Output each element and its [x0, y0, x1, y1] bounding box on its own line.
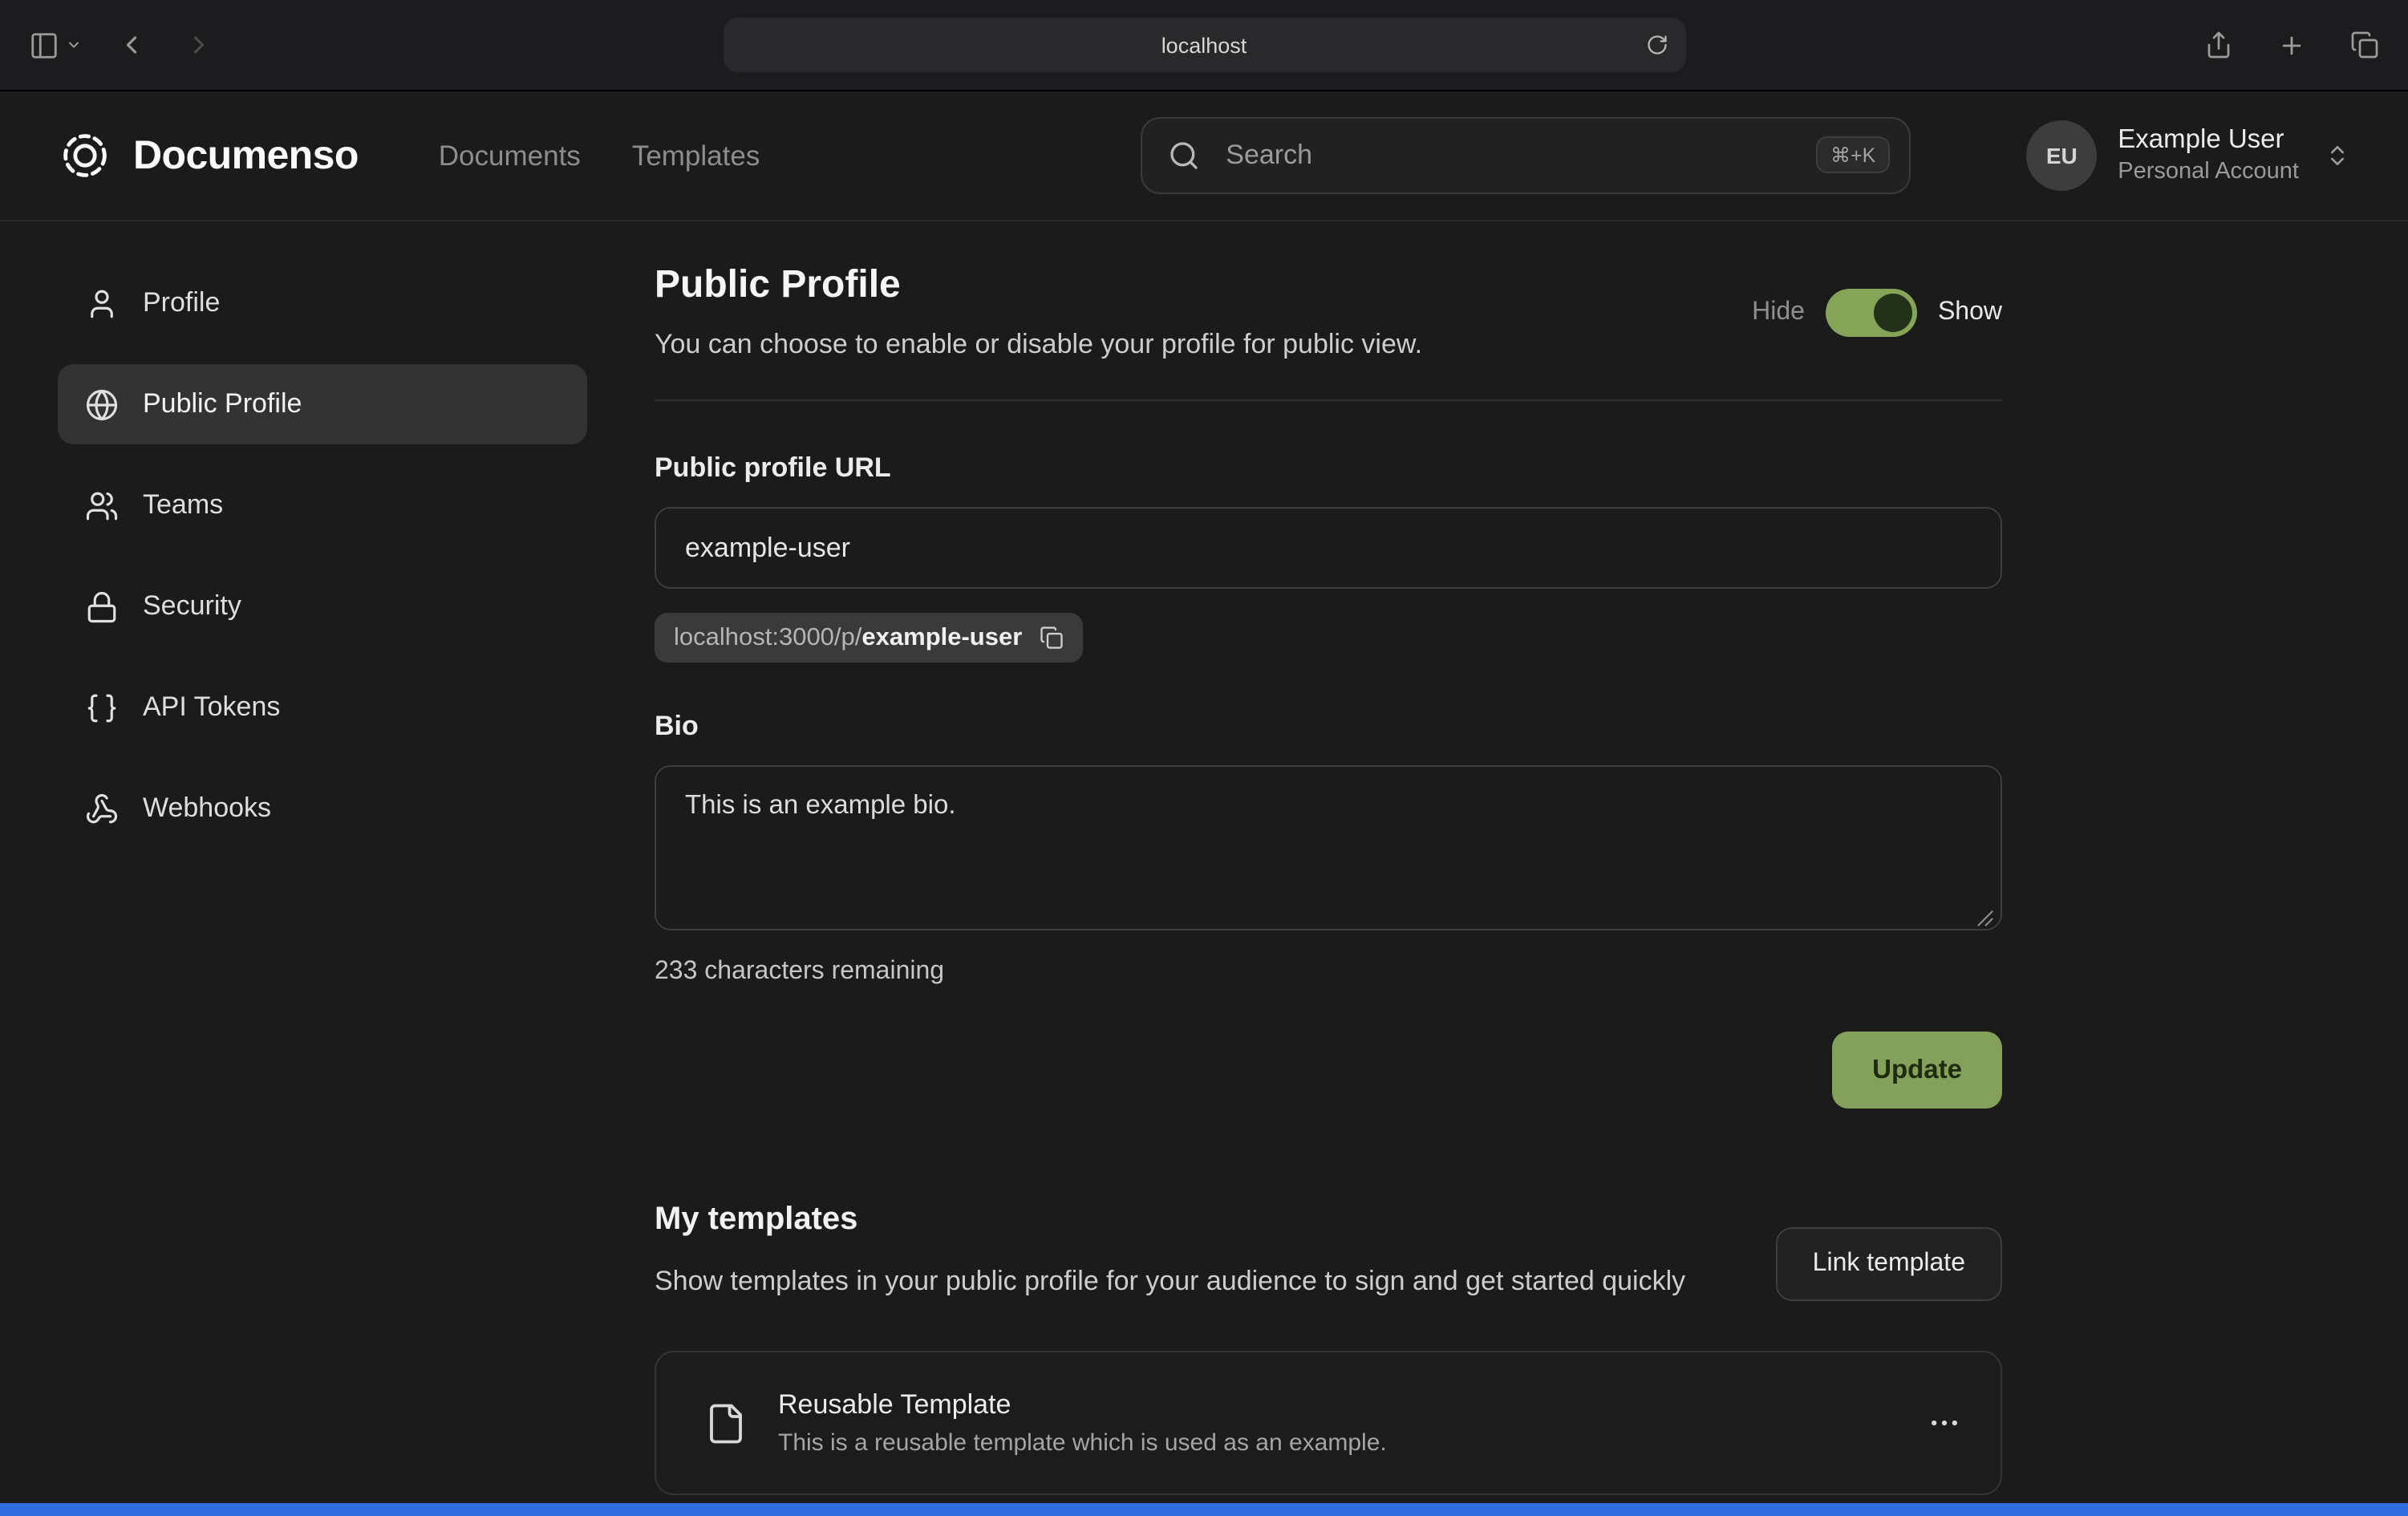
settings-sidebar: Profile Public Profile Teams: [58, 263, 587, 1496]
sidebar-item-label: API Tokens: [143, 691, 280, 724]
profile-visibility-switch[interactable]: [1826, 288, 1917, 336]
public-profile-url-input[interactable]: [655, 507, 2002, 589]
update-button[interactable]: Update: [1832, 1032, 2002, 1109]
section-divider: [655, 399, 2002, 401]
sidebar-item-label: Webhooks: [143, 792, 271, 825]
search-input[interactable]: [1141, 117, 1911, 194]
switch-knob: [1874, 293, 1912, 331]
bio-textarea[interactable]: This is an example bio.: [655, 765, 2002, 930]
profile-url-prefix: localhost:3000/p/: [674, 623, 861, 652]
globe-icon: [85, 387, 119, 421]
webhook-icon: [85, 792, 119, 825]
user-menu[interactable]: EU Example User Personal Account: [2026, 120, 2350, 191]
user-icon: [85, 286, 119, 320]
page-title: Public Profile: [655, 263, 1422, 308]
browser-sidebar-toggle-icon[interactable]: [29, 30, 59, 60]
sidebar-item-profile[interactable]: Profile: [58, 263, 587, 343]
show-label: Show: [1938, 298, 2002, 326]
hide-label: Hide: [1752, 298, 1805, 326]
ellipsis-icon[interactable]: [1927, 1406, 1962, 1441]
lock-icon: [85, 590, 119, 623]
link-template-button[interactable]: Link template: [1776, 1227, 2002, 1301]
profile-visibility-control: Hide Show: [1752, 288, 2002, 336]
global-search: ⌘+K: [1141, 117, 1911, 194]
nav-templates[interactable]: Templates: [632, 139, 760, 172]
brand-name: Documenso: [133, 132, 359, 179]
characters-remaining: 233 characters remaining: [655, 958, 2002, 987]
sidebar-item-label: Profile: [143, 287, 220, 319]
browser-sidebar-chevron-down-icon[interactable]: [66, 37, 82, 53]
nav-documents[interactable]: Documents: [439, 139, 581, 172]
browser-address-bar[interactable]: localhost: [723, 18, 1685, 72]
sidebar-item-public-profile[interactable]: Public Profile: [58, 364, 587, 444]
user-account-type: Personal Account: [2118, 157, 2299, 188]
chevrons-up-down-icon: [2325, 143, 2350, 168]
template-list-item[interactable]: Reusable Template This is a reusable tem…: [655, 1352, 2002, 1496]
app-header: Documenso Documents Templates ⌘+K EU Exa…: [0, 91, 2408, 221]
documenso-seal-icon: [58, 128, 112, 183]
sidebar-item-api-tokens[interactable]: API Tokens: [58, 667, 587, 748]
page-subtitle: You can choose to enable or disable your…: [655, 329, 1422, 361]
user-name: Example User: [2118, 124, 2299, 157]
template-name: Reusable Template: [778, 1390, 1387, 1422]
profile-url-preview: localhost:3000/p/example-user: [655, 613, 1083, 663]
sidebar-item-label: Security: [143, 590, 241, 622]
brand-logo[interactable]: Documenso: [58, 128, 359, 183]
sidebar-item-security[interactable]: Security: [58, 566, 587, 647]
bio-label: Bio: [655, 711, 2002, 743]
bottom-accent-bar: [0, 1503, 2408, 1516]
browser-forward-icon: [184, 30, 213, 59]
refresh-icon[interactable]: [1645, 34, 1668, 56]
sidebar-item-webhooks[interactable]: Webhooks: [58, 768, 587, 849]
search-shortcut-hint: ⌘+K: [1816, 136, 1890, 173]
sidebar-item-label: Public Profile: [143, 388, 302, 420]
tabs-overview-icon[interactable]: [2350, 30, 2379, 59]
screen: localhost: [0, 0, 2408, 1516]
browser-back-icon[interactable]: [117, 30, 146, 59]
sidebar-item-teams[interactable]: Teams: [58, 465, 587, 545]
main-content: Public Profile You can choose to enable …: [655, 263, 2002, 1496]
my-templates-title: My templates: [655, 1202, 1761, 1238]
main-nav: Documents Templates: [439, 139, 760, 172]
file-icon: [704, 1402, 748, 1445]
share-icon[interactable]: [2204, 30, 2233, 59]
sidebar-item-label: Teams: [143, 489, 223, 521]
browser-url-text: localhost: [1161, 33, 1247, 57]
copy-icon[interactable]: [1040, 626, 1064, 650]
users-icon: [85, 488, 119, 522]
template-description: This is a reusable template which is use…: [778, 1430, 1387, 1457]
public-profile-url-label: Public profile URL: [655, 452, 2002, 484]
browser-toolbar: localhost: [0, 0, 2408, 91]
my-templates-subtitle: Show templates in your public profile fo…: [655, 1261, 1761, 1303]
braces-icon: [85, 691, 119, 724]
profile-url-slug: example-user: [861, 623, 1022, 652]
resize-grip-icon[interactable]: [1976, 910, 1994, 927]
new-tab-icon[interactable]: [2278, 31, 2305, 59]
my-templates-section: My templates Show templates in your publ…: [655, 1202, 2002, 1496]
avatar: EU: [2026, 120, 2097, 191]
